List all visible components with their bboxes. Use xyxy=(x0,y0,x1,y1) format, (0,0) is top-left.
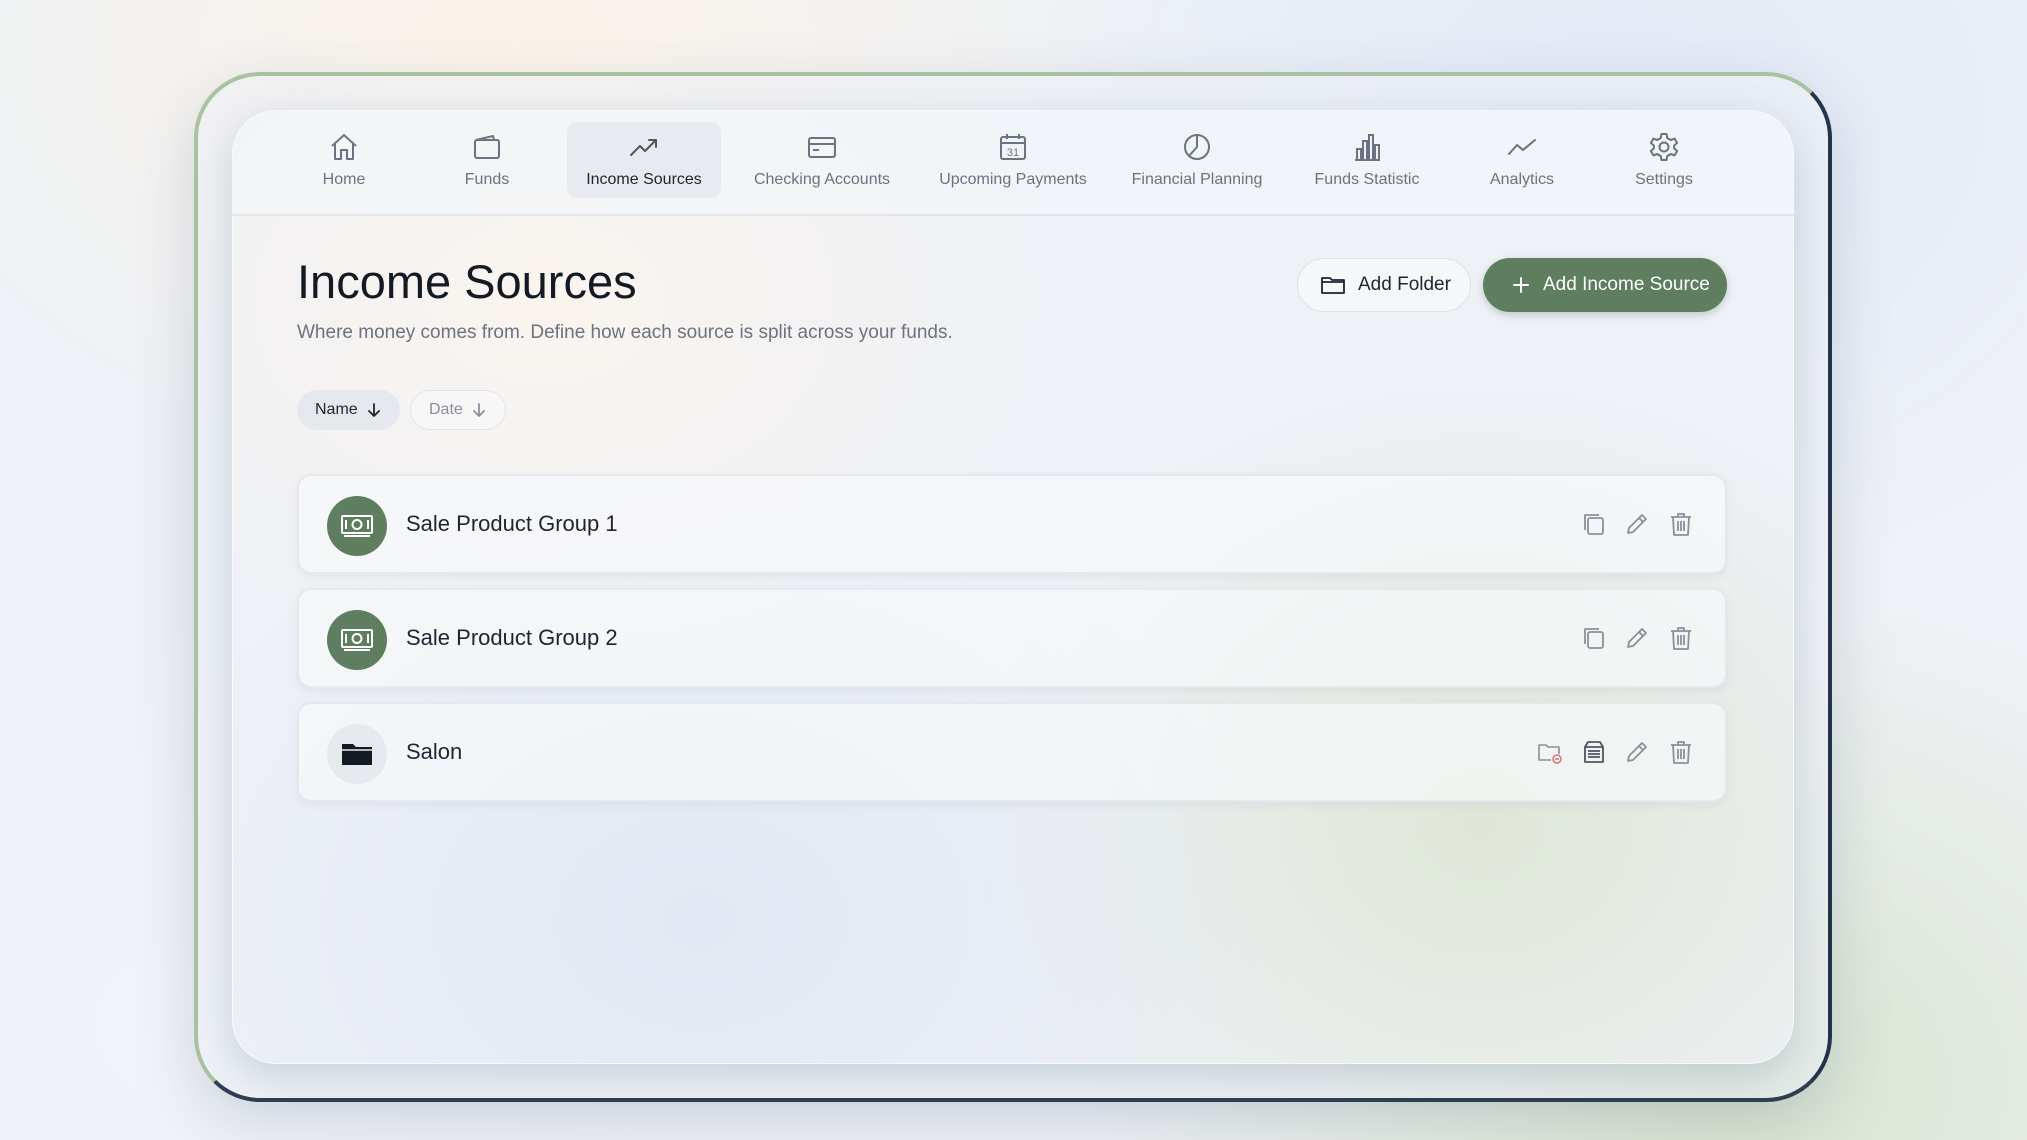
money-icon xyxy=(341,515,373,537)
list-item[interactable]: Sale Product Group 2 xyxy=(297,588,1727,688)
pencil-icon xyxy=(1627,742,1647,762)
bar-chart-icon xyxy=(1355,134,1380,161)
nav-item-checking-accounts[interactable]: Checking Accounts xyxy=(737,122,907,198)
calendar-icon: 31 xyxy=(1000,134,1026,160)
nav-label: Financial Planning xyxy=(1131,171,1263,188)
pencil-icon xyxy=(1627,628,1647,648)
arrow-down-icon xyxy=(367,403,380,417)
add-folder-label: Add Folder xyxy=(1358,274,1451,295)
plus-icon xyxy=(1513,277,1529,293)
nav-label: Funds Statistic xyxy=(1314,171,1420,188)
nav-label: Home xyxy=(322,171,366,188)
copy-icon xyxy=(1584,514,1604,535)
trash-icon xyxy=(1671,513,1691,536)
copy-icon xyxy=(1584,628,1604,649)
archive-icon xyxy=(1584,741,1604,763)
nav-label: Upcoming Payments xyxy=(939,171,1087,188)
add-income-source-button[interactable]: Add Income Source xyxy=(1483,258,1727,312)
delete-button[interactable] xyxy=(1667,510,1695,538)
list-item[interactable]: Sale Product Group 1 xyxy=(297,474,1727,574)
trash-icon xyxy=(1671,627,1691,650)
duplicate-button[interactable] xyxy=(1580,510,1608,538)
pie-chart-icon xyxy=(1184,134,1210,160)
nav-item-financial-planning[interactable]: Financial Planning xyxy=(1117,122,1277,198)
nav-item-funds[interactable]: Funds xyxy=(427,122,547,198)
nav-item-settings[interactable]: Settings xyxy=(1604,122,1724,198)
list-item-label: Sale Product Group 2 xyxy=(406,625,618,650)
sort-date-label: Date xyxy=(429,401,463,418)
nav-label: Checking Accounts xyxy=(753,171,891,188)
edit-button[interactable] xyxy=(1623,510,1651,538)
list-item-label: Sale Product Group 1 xyxy=(406,511,618,536)
folder-settings-button[interactable] xyxy=(1536,738,1564,766)
gear-icon xyxy=(1649,133,1679,161)
line-chart-icon xyxy=(1508,139,1536,155)
nav-label: Settings xyxy=(1635,171,1693,188)
nav-item-analytics[interactable]: Analytics xyxy=(1457,122,1587,198)
delete-button[interactable] xyxy=(1667,624,1695,652)
list-item[interactable]: Salon xyxy=(297,702,1727,802)
list-item-label: Salon xyxy=(406,739,463,764)
edit-button[interactable] xyxy=(1623,738,1651,766)
archive-button[interactable] xyxy=(1580,738,1608,766)
delete-button[interactable] xyxy=(1667,738,1695,766)
arrow-down-icon xyxy=(472,403,485,417)
folder-icon xyxy=(1321,277,1345,294)
wallet-icon xyxy=(474,135,500,159)
app-window: Home Funds Income Sources Checking Accou… xyxy=(232,110,1794,1064)
add-income-source-label: Add Income Source xyxy=(1543,274,1710,295)
svg-text:31: 31 xyxy=(1007,147,1019,159)
money-icon xyxy=(341,629,373,651)
folder-remove-icon xyxy=(1538,744,1562,764)
nav-item-home[interactable]: Home xyxy=(284,122,404,198)
sort-name-label: Name xyxy=(315,401,358,418)
pencil-icon xyxy=(1627,514,1647,534)
page-subtitle: Where money comes from. Define how each … xyxy=(297,322,953,343)
nav-item-income-sources[interactable]: Income Sources xyxy=(567,122,721,198)
sort-by-name-button[interactable]: Name xyxy=(297,390,400,430)
income-source-avatar xyxy=(327,496,387,556)
nav-label: Funds xyxy=(464,171,510,188)
card-icon xyxy=(808,137,836,158)
nav-item-funds-statistic[interactable]: Funds Statistic xyxy=(1292,122,1442,198)
page-title: Income Sources xyxy=(297,255,637,308)
nav-item-upcoming-payments[interactable]: 31 Upcoming Payments xyxy=(922,122,1104,198)
trash-icon xyxy=(1671,741,1691,764)
top-navigation: Home Funds Income Sources Checking Accou… xyxy=(232,110,1794,216)
duplicate-button[interactable] xyxy=(1580,624,1608,652)
home-icon xyxy=(331,134,357,160)
trending-up-icon xyxy=(630,139,657,156)
folder-avatar xyxy=(327,724,387,784)
nav-label: Analytics xyxy=(1489,171,1555,188)
add-folder-button[interactable]: Add Folder xyxy=(1297,258,1471,312)
sort-by-date-button[interactable]: Date xyxy=(410,390,506,430)
income-source-avatar xyxy=(327,610,387,670)
folder-filled-icon xyxy=(342,744,372,765)
nav-label: Income Sources xyxy=(586,171,702,188)
edit-button[interactable] xyxy=(1623,624,1651,652)
